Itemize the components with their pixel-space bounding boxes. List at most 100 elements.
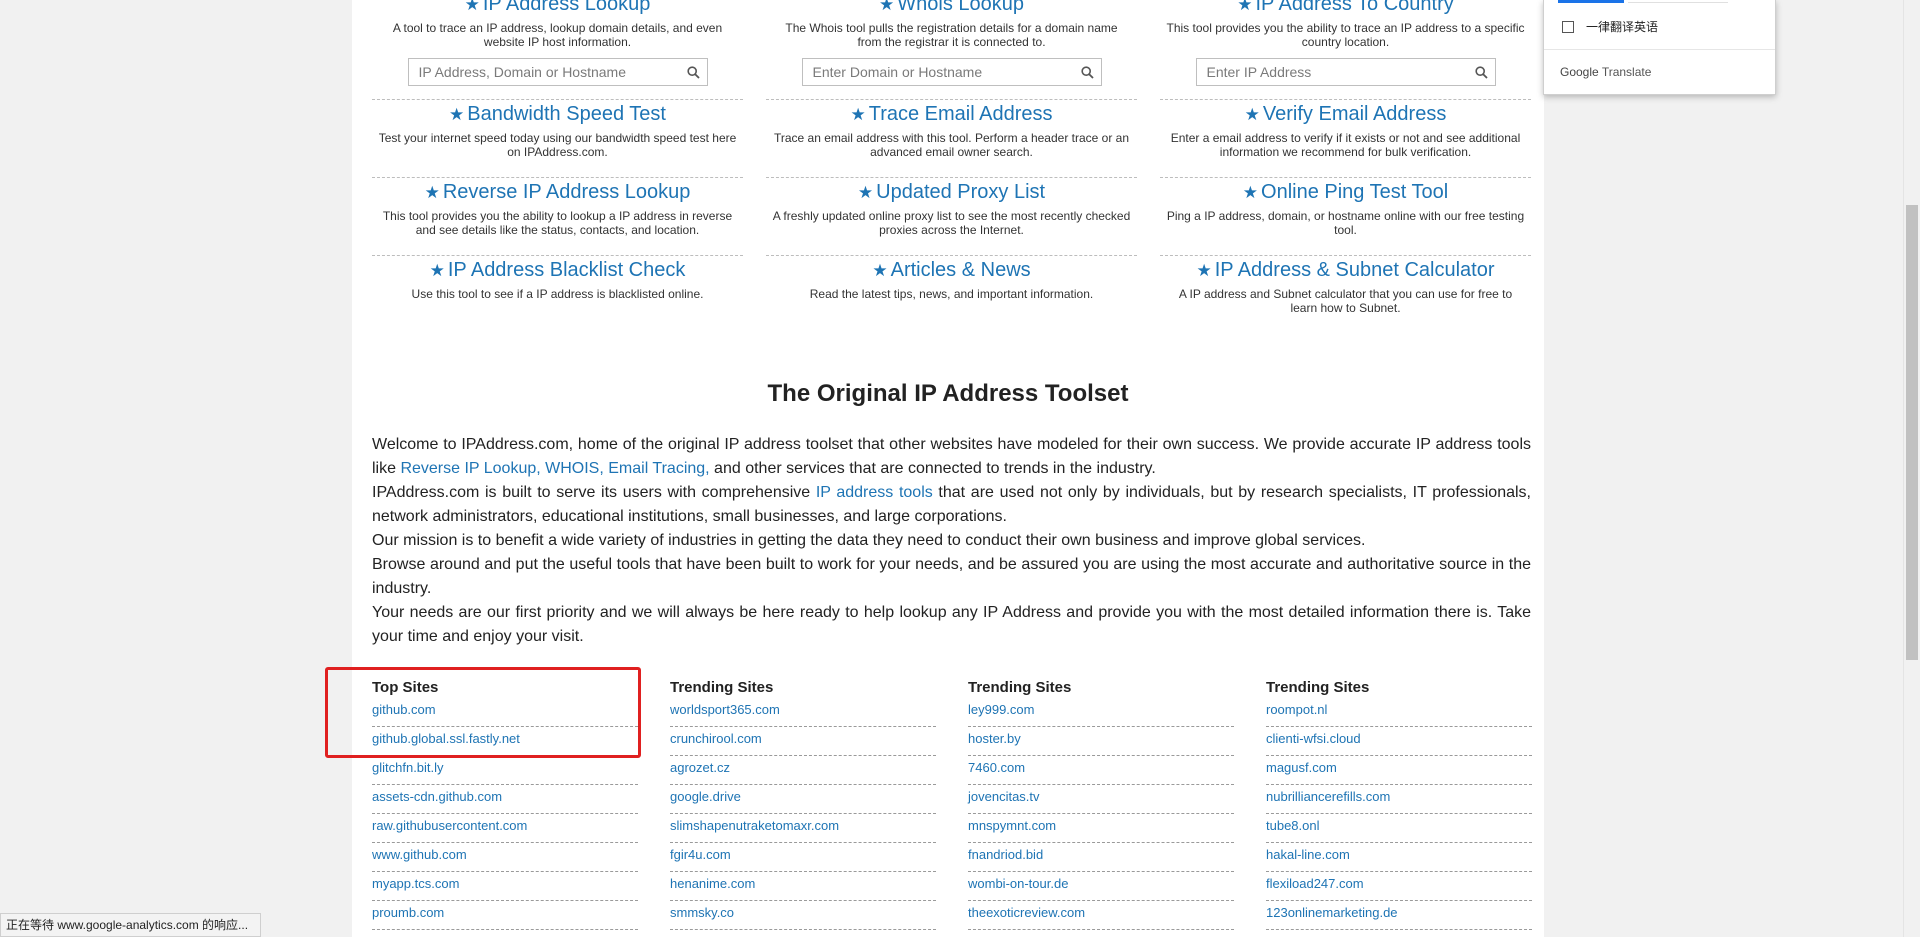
intro-paragraph: Your needs are our first priority and we… [372,604,1531,645]
tool-description: The Whois tool pulls the registration de… [785,21,1118,49]
column-title: Trending Sites [968,679,1072,696]
tool-description: Enter a email address to verify if it ex… [1170,131,1521,159]
site-link[interactable]: hoster.by [968,727,1234,756]
site-lists: Top Sites github.com github.global.ssl.f… [372,677,1532,930]
site-link[interactable]: fgir4u.com [670,843,936,872]
tools-grid: ★ IP Address Lookup A tool to trace an IP… [372,0,1531,334]
always-translate-checkbox[interactable] [1562,20,1574,33]
trending-sites-column: Trending Sites ley999.com hoster.by 7460… [968,677,1234,930]
search-icon[interactable] [681,59,707,85]
tool-title-link[interactable]: ★ Verify Email Address [1166,102,1525,127]
tool-title-link[interactable]: ★ Articles & News [772,258,1131,283]
tool-subnet-calculator: ★ IP Address & Subnet Calculator A IP add… [1160,256,1531,334]
site-link[interactable]: google.drive [670,785,936,814]
search-icon[interactable] [1469,59,1495,85]
always-translate-label: 一律翻译英语 [1586,20,1659,34]
site-link[interactable]: magusf.com [1266,756,1532,785]
tool-reverse-ip-lookup: ★ Reverse IP Address Lookup This tool pro… [372,178,743,256]
tool-description: A tool to trace an IP address, lookup do… [392,21,723,49]
tool-articles-news: ★ Articles & News Read the latest tips, n… [766,256,1137,334]
scrollbar-thumb[interactable] [1906,205,1918,660]
tool-title-link[interactable]: ★ Trace Email Address [772,102,1131,127]
site-link[interactable]: crunchirool.com [670,727,936,756]
star-icon: ★ [1237,0,1253,14]
tool-title-link[interactable]: ★ IP Address Lookup [378,0,737,17]
tool-title-link[interactable]: ★ Online Ping Test Tool [1166,180,1525,205]
site-link[interactable]: slimshapenutraketomaxr.com [670,814,936,843]
intro-paragraph: IPAddress.com is built to serve its user… [372,484,1531,525]
tool-title-link[interactable]: ★ Updated Proxy List [772,180,1131,205]
intro-paragraph: Welcome to IPAddress.com, home of the or… [372,436,1531,477]
always-translate-option[interactable]: 一律翻译英语 [1562,18,1658,35]
tool-description: Trace an email address with this tool. P… [773,131,1130,159]
tool-title-link[interactable]: ★ IP Address To Country [1166,0,1525,17]
star-icon: ★ [1242,183,1259,202]
whois-search-box [801,58,1102,86]
site-link[interactable]: fnandriod.bid [968,843,1234,872]
google-translate-brand: Google Translate [1560,65,1652,79]
tool-description: Test your internet speed today using our… [378,131,737,159]
site-link[interactable]: worldsport365.com [670,698,936,727]
vertical-scrollbar[interactable] [1903,0,1920,937]
site-link[interactable]: 7460.com [968,756,1234,785]
tool-description: Use this tool to see if a IP address is … [411,287,704,301]
tool-description: Read the latest tips, news, and importan… [809,287,1094,301]
tool-title-link[interactable]: ★ IP Address Blacklist Check [378,258,737,283]
top-sites-column: Top Sites github.com github.global.ssl.f… [372,677,638,930]
tool-title-link[interactable]: ★ Bandwidth Speed Test [378,102,737,127]
site-link[interactable]: www.github.com [372,843,638,872]
site-link[interactable]: assets-cdn.github.com [372,785,638,814]
main-content: ★ IP Address Lookup A tool to trace an IP… [352,0,1544,937]
site-link[interactable]: tube8.onl [1266,814,1532,843]
star-icon: ★ [1244,105,1260,124]
tool-description: A IP address and Subnet calculator that … [1178,287,1513,315]
site-link[interactable]: agrozet.cz [670,756,936,785]
tool-description: Ping a IP address, domain, or hostname o… [1166,209,1525,237]
site-link[interactable]: 123onlinemarketing.de [1266,901,1532,930]
star-icon: ★ [1196,261,1212,280]
tool-description: A freshly updated online proxy list to s… [772,209,1131,237]
column-title: Trending Sites [1266,679,1370,696]
site-link[interactable]: jovencitas.tv [968,785,1234,814]
site-link[interactable]: clienti-wfsi.cloud [1266,727,1532,756]
site-link[interactable]: mnspymnt.com [968,814,1234,843]
google-translate-panel: 一律翻译英语 Google Translate [1543,0,1776,95]
site-link[interactable]: hakal-line.com [1266,843,1532,872]
browser-status-bar: 正在等待 www.google-analytics.com 的响应... [0,913,262,937]
site-link[interactable]: henanime.com [670,872,936,901]
site-link[interactable]: theexoticreview.com [968,901,1234,930]
site-link[interactable]: nubrilliancerefills.com [1266,785,1532,814]
site-link[interactable]: github.global.ssl.fastly.net [372,727,638,756]
star-icon: ★ [464,0,480,14]
site-link[interactable]: flexiload247.com [1266,872,1532,901]
intro-paragraph: Our mission is to benefit a wide variety… [372,532,1366,549]
site-link[interactable]: roompot.nl [1266,698,1532,727]
tool-ip-to-country: ★ IP Address To Country This tool provide… [1160,0,1531,100]
ip-country-search-box [1195,58,1496,86]
star-icon: ★ [424,183,440,202]
site-link[interactable]: smmsky.co [670,901,936,930]
section-title: The Original IP Address Toolset [767,380,1129,407]
star-icon: ★ [449,105,465,124]
site-link[interactable]: glitchfn.bit.ly [372,756,638,785]
star-icon: ★ [857,183,874,202]
tool-title-link[interactable]: ★ Whois Lookup [772,0,1131,17]
site-link[interactable]: ley999.com [968,698,1234,727]
reverse-ip-whois-email-link[interactable]: Reverse IP Lookup, WHOIS, Email Tracing, [400,460,709,477]
intro-paragraph: Browse around and put the useful tools t… [372,556,1531,597]
site-link[interactable]: myapp.tcs.com [372,872,638,901]
site-link[interactable]: github.com [372,698,638,727]
site-link[interactable]: raw.githubusercontent.com [372,814,638,843]
tool-title-link[interactable]: ★ IP Address & Subnet Calculator [1166,258,1525,283]
tool-title-link[interactable]: ★ Reverse IP Address Lookup [378,180,737,205]
star-icon: ★ [429,261,445,280]
star-icon: ★ [850,105,866,124]
ip-lookup-input[interactable] [408,60,681,84]
tool-updated-proxy-list: ★ Updated Proxy List A freshly updated on… [766,178,1137,256]
ip-country-input[interactable] [1196,60,1469,84]
site-link[interactable]: proumb.com [372,901,638,930]
search-icon[interactable] [1075,59,1101,85]
ip-address-tools-link[interactable]: IP address tools [816,484,933,501]
whois-input[interactable] [802,60,1075,84]
site-link[interactable]: wombi-on-tour.de [968,872,1234,901]
